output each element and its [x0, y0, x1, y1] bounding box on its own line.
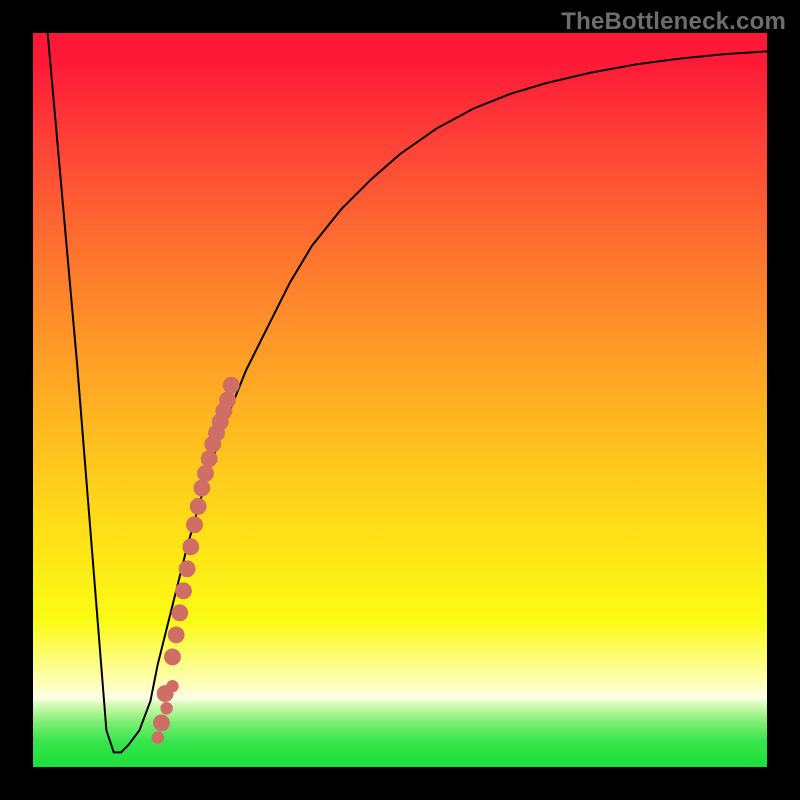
chart-frame: TheBottleneck.com [0, 0, 800, 800]
marker-dot [190, 498, 207, 515]
marker-dot [179, 560, 196, 577]
marker-dot [164, 648, 181, 665]
plot-area [33, 33, 767, 767]
marker-dot [197, 465, 214, 482]
marker-dot [215, 403, 232, 420]
marker-dot [166, 680, 178, 692]
marker-dot [212, 414, 229, 431]
marker-dot [223, 377, 240, 394]
marker-dot [152, 731, 164, 743]
marker-dot [175, 582, 192, 599]
marker-dot [186, 516, 203, 533]
watermark-text: TheBottleneck.com [561, 8, 786, 36]
marker-dot [168, 626, 185, 643]
marker-dot [201, 450, 218, 467]
marker-dot [157, 685, 174, 702]
marker-dot [153, 715, 170, 732]
marker-dot [171, 604, 188, 621]
marker-dot [208, 425, 225, 442]
chart-svg [33, 33, 767, 767]
marker-dot [219, 392, 236, 409]
marker-dot [204, 436, 221, 453]
highlight-markers [152, 377, 240, 744]
bottleneck-curve [48, 33, 767, 752]
marker-dot [182, 538, 199, 555]
marker-dot [193, 480, 210, 497]
marker-dot [160, 702, 172, 714]
